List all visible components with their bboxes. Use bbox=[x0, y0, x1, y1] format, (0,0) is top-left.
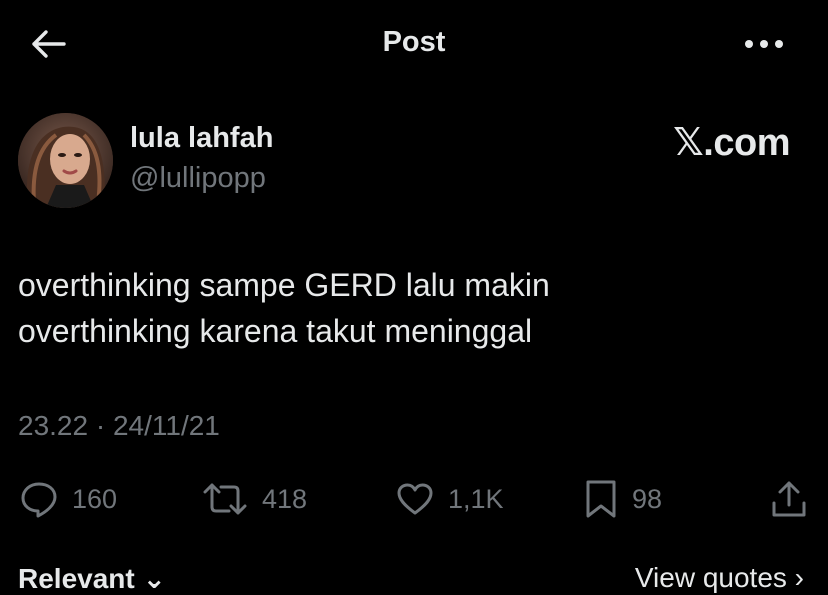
reply-button[interactable]: 160 bbox=[20, 474, 117, 524]
reply-count: 160 bbox=[72, 483, 118, 514]
share-icon bbox=[772, 481, 806, 517]
x-logo-icon: 𝕏 bbox=[673, 120, 704, 164]
relevant-sort-button[interactable]: Relevant ⌄ bbox=[18, 562, 166, 595]
post-text-line: overthinking sampe GERD lalu makin bbox=[18, 267, 550, 303]
post-text-line: overthinking karena takut meninggal bbox=[18, 313, 533, 349]
repost-button[interactable]: 418 bbox=[202, 474, 307, 524]
share-button[interactable] bbox=[770, 474, 808, 524]
avatar[interactable] bbox=[18, 113, 113, 208]
repost-icon bbox=[203, 483, 247, 515]
more-options-button[interactable] bbox=[738, 26, 790, 62]
author-name[interactable]: lula lahfah bbox=[130, 122, 273, 155]
repost-count: 418 bbox=[262, 483, 308, 514]
like-button[interactable]: 1,1K bbox=[396, 474, 504, 524]
avatar-photo bbox=[18, 113, 113, 208]
heart-icon bbox=[397, 483, 433, 515]
page-title: Post bbox=[382, 26, 446, 58]
post-timestamp: 23.22 · 24/11/21 bbox=[18, 410, 220, 441]
bookmark-button[interactable]: 98 bbox=[584, 474, 662, 524]
more-horizontal-icon bbox=[745, 40, 783, 48]
watermark-suffix: .com bbox=[703, 122, 790, 164]
reply-icon bbox=[21, 482, 57, 518]
like-count: 1,1K bbox=[448, 483, 504, 514]
replies-header: Relevant ⌄ View quotes › bbox=[0, 562, 828, 595]
action-bar: 160 418 1,1K 98 bbox=[0, 474, 828, 524]
bookmark-icon bbox=[586, 480, 616, 518]
view-quotes-link[interactable]: View quotes › bbox=[635, 562, 804, 594]
bookmark-count: 98 bbox=[632, 483, 663, 514]
post-text: overthinking sampe GERD lalu makin overt… bbox=[18, 262, 798, 354]
x-com-watermark: 𝕏.com bbox=[673, 120, 790, 165]
author-handle[interactable]: @lullipopp bbox=[130, 162, 266, 195]
top-bar: Post bbox=[0, 0, 828, 88]
